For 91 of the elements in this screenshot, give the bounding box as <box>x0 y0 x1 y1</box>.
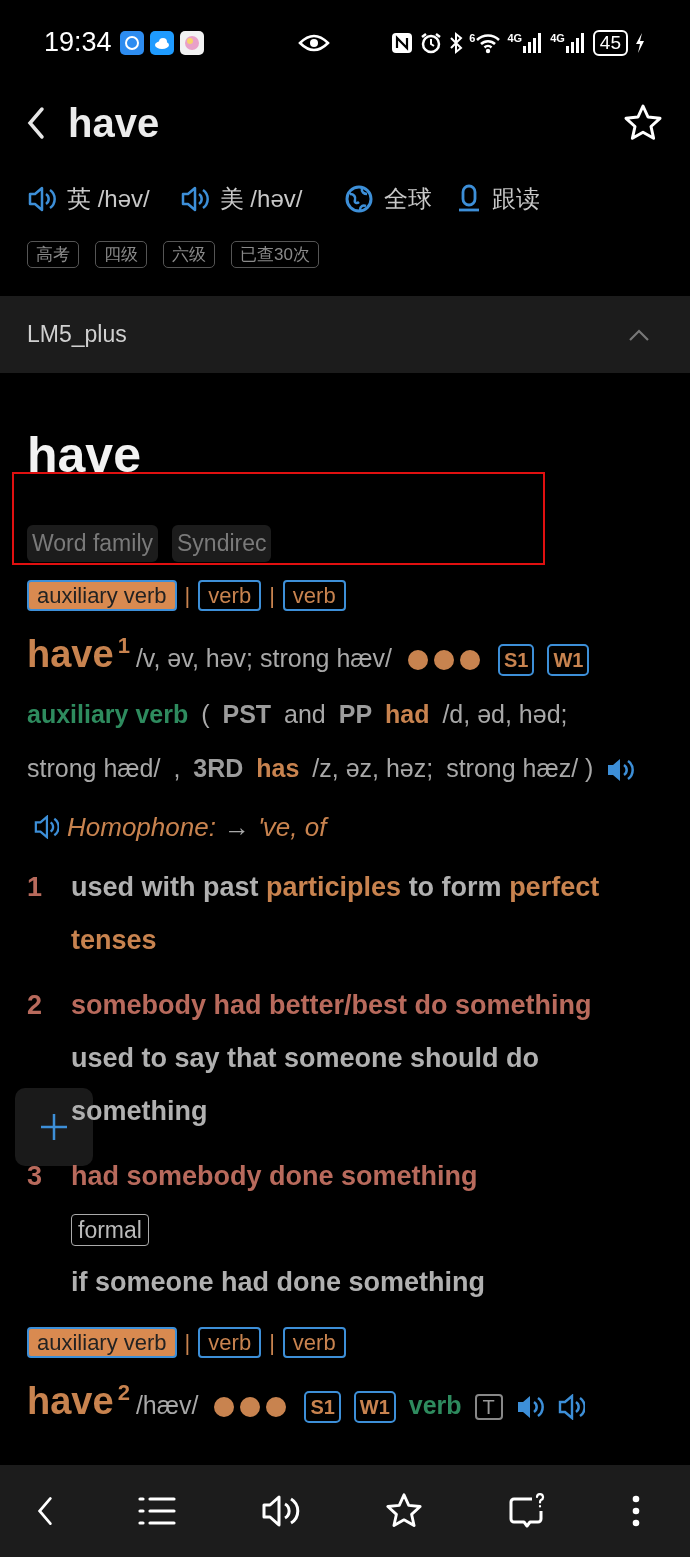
plus-icon <box>39 1112 69 1142</box>
dictionary-section-bar[interactable]: LM5_plus <box>0 296 690 373</box>
separator: | <box>269 582 275 609</box>
word-tab[interactable]: Syndirec <box>172 525 272 562</box>
separator: | <box>184 582 191 609</box>
homophone-label: Homophone: <box>67 811 216 843</box>
speaker-icon[interactable] <box>260 1493 301 1529</box>
sense-number: 1 <box>27 871 44 904</box>
word-tab[interactable]: Word family <box>27 525 158 562</box>
wifi-band-label: 6 <box>469 31 476 44</box>
entry-word: have <box>27 426 142 485</box>
headword: have <box>27 1380 114 1422</box>
exam-tag: 已查30次 <box>231 241 319 268</box>
bluetooth-icon <box>449 30 464 55</box>
definition: if someone had done something <box>71 1266 487 1299</box>
globe-icon[interactable] <box>344 184 375 214</box>
phrase: had somebody done something <box>71 1160 479 1193</box>
cloud-app-icon <box>149 30 174 55</box>
chevron-icon[interactable] <box>628 327 650 342</box>
homonym-number: 1 <box>117 633 130 658</box>
dictionary-name: LM5_plus <box>27 321 127 348</box>
speaker-icon[interactable] <box>515 1394 544 1421</box>
network-label: 4G <box>550 31 565 44</box>
pos-tab[interactable]: verb <box>198 580 262 611</box>
action-label[interactable]: 跟读 <box>492 183 541 215</box>
grammar-text: and <box>284 700 326 728</box>
separator: | <box>184 1329 191 1356</box>
phrase: somebody had better/best do something <box>71 989 593 1022</box>
star-icon[interactable] <box>623 103 663 143</box>
pronunciation-text: 美 /həv/ <box>219 184 303 214</box>
pronunciation-text: 英 /həv/ <box>67 184 150 214</box>
homonym-number: 2 <box>117 1380 130 1405</box>
arrow-text: → <box>223 811 250 843</box>
headword: have <box>27 633 114 675</box>
frequency-badge: S1 <box>304 1391 341 1423</box>
word-form: had <box>385 700 430 728</box>
back-icon[interactable] <box>26 106 46 140</box>
speaker-icon[interactable] <box>27 185 57 213</box>
battery-indicator: 45 <box>592 29 628 56</box>
charging-icon <box>634 31 646 54</box>
pos-tab[interactable]: verb <box>282 580 346 611</box>
speaker-icon[interactable] <box>179 185 210 213</box>
pos-tab[interactable]: verb <box>282 1327 346 1358</box>
grammar-label: 3RD <box>193 754 244 782</box>
grammar-text: /z, əz, həz; <box>312 754 434 782</box>
frequency-badge: W1 <box>353 1391 396 1423</box>
clock: 19:34 <box>44 27 112 58</box>
back-icon[interactable] <box>36 1495 54 1527</box>
more-icon[interactable] <box>631 1495 640 1527</box>
star-icon[interactable] <box>385 1492 424 1530</box>
eye-icon <box>297 32 330 53</box>
definition: used with past participles to form perfect tenses <box>71 871 601 957</box>
pos-tab[interactable]: verb <box>198 1327 262 1358</box>
frequency-badge: S1 <box>498 644 535 676</box>
grammar-text: strong hæd/ <box>27 754 161 782</box>
speaker-icon[interactable] <box>606 757 635 784</box>
grammar-code: T <box>474 1394 503 1420</box>
grammar-text: , <box>173 754 181 782</box>
grammar-label: PP <box>338 700 373 728</box>
pronunciation: /v, əv, həv; strong hæv/ <box>135 644 392 672</box>
homophone-link[interactable]: 've, of <box>257 811 327 843</box>
network-label: 4G <box>507 31 523 44</box>
exam-tag: 四级 <box>95 241 147 268</box>
pos-tab[interactable]: auxiliary verb <box>27 1327 177 1358</box>
pos-tab[interactable]: auxiliary verb <box>27 580 177 611</box>
action-label[interactable]: 全球 <box>384 183 433 215</box>
register-label: formal <box>71 1214 149 1246</box>
definition: used to say that someone should do something <box>71 1042 541 1128</box>
sense-number: 3 <box>27 1160 44 1193</box>
ball-app-icon <box>179 30 204 55</box>
separator: | <box>269 1329 275 1356</box>
globe-app-icon <box>119 30 144 55</box>
frequency-badge: W1 <box>547 644 590 676</box>
page-title: have <box>68 100 160 146</box>
part-of-speech: verb <box>408 1391 462 1419</box>
speaker-icon[interactable] <box>556 1394 585 1421</box>
grammar-text: strong hæz/ ) <box>446 754 594 782</box>
grammar-label: PST <box>222 700 272 728</box>
list-icon[interactable] <box>138 1496 177 1526</box>
exam-tag: 高考 <box>27 241 79 268</box>
signal-icon <box>564 31 587 54</box>
grammar-text: ( <box>201 700 210 728</box>
sense-number: 2 <box>27 989 44 1022</box>
exam-tag: 六级 <box>163 241 215 268</box>
pronunciation: /hæv/ <box>135 1391 199 1419</box>
nfc-icon <box>391 31 414 54</box>
grammar-text: /d, əd, həd; <box>442 700 568 728</box>
part-of-speech: auxiliary verb <box>27 700 189 728</box>
speaker-icon[interactable] <box>33 815 59 839</box>
word-form: has <box>256 754 300 782</box>
wifi-icon <box>475 31 502 54</box>
